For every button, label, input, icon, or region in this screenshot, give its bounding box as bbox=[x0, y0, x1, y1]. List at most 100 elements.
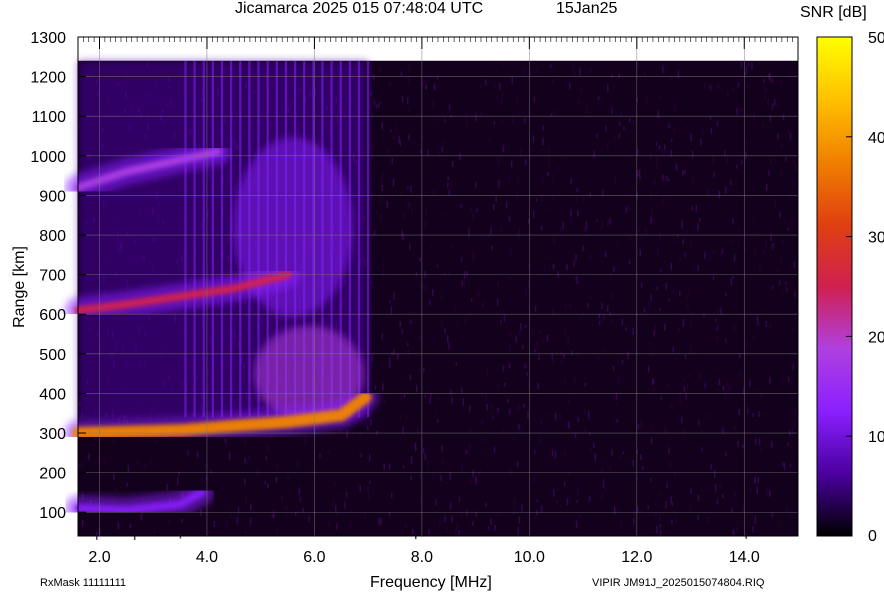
noise-speck bbox=[632, 119, 634, 125]
noise-speck bbox=[749, 486, 752, 493]
noise-speck bbox=[691, 316, 694, 320]
noise-speck bbox=[679, 256, 681, 261]
noise-speck bbox=[660, 396, 662, 401]
noise-speck bbox=[650, 477, 652, 482]
noise-speck bbox=[464, 318, 466, 325]
noise-speck bbox=[697, 223, 699, 231]
noise-speck bbox=[497, 156, 500, 164]
noise-speck bbox=[671, 502, 673, 507]
noise-speck bbox=[345, 491, 348, 499]
noise-speck bbox=[598, 314, 601, 319]
noise-speck bbox=[650, 294, 652, 302]
noise-speck bbox=[584, 383, 586, 387]
noise-speck bbox=[424, 190, 426, 194]
noise-speck bbox=[344, 501, 346, 509]
noise-speck bbox=[784, 220, 787, 224]
noise-speck bbox=[758, 61, 760, 65]
noise-speck bbox=[752, 525, 754, 533]
noise-speck bbox=[367, 486, 369, 493]
noise-speck bbox=[576, 351, 578, 355]
noise-speck bbox=[639, 249, 641, 257]
noise-speck bbox=[566, 263, 568, 271]
y-tick-label: 1100 bbox=[32, 109, 67, 126]
noise-speck bbox=[480, 84, 482, 89]
noise-speck bbox=[747, 62, 750, 66]
noise-speck bbox=[410, 185, 412, 193]
noise-speck bbox=[535, 68, 538, 75]
noise-speck bbox=[662, 174, 664, 181]
noise-speck bbox=[427, 460, 429, 466]
noise-speck bbox=[789, 132, 792, 140]
noise-speck bbox=[468, 443, 471, 449]
noise-speck bbox=[717, 82, 719, 89]
noise-speck bbox=[563, 353, 565, 359]
noise-speck bbox=[401, 328, 403, 334]
noise-speck bbox=[795, 165, 797, 172]
noise-speck bbox=[745, 139, 748, 147]
noise-speck bbox=[689, 505, 691, 511]
noise-speck bbox=[652, 378, 655, 384]
noise-speck bbox=[605, 125, 607, 132]
noise-speck bbox=[517, 527, 520, 535]
noise-speck bbox=[436, 419, 439, 423]
noise-speck bbox=[399, 320, 401, 327]
noise-speck bbox=[713, 470, 716, 479]
noise-speck bbox=[303, 436, 306, 444]
noise-speck bbox=[628, 260, 631, 265]
noise-speck bbox=[664, 144, 666, 149]
noise-speck bbox=[717, 309, 719, 314]
noise-speck bbox=[383, 399, 386, 404]
noise-speck bbox=[522, 345, 524, 349]
noise-speck bbox=[543, 265, 546, 272]
noise-speck bbox=[509, 408, 511, 414]
noise-speck bbox=[618, 133, 621, 139]
noise-speck bbox=[509, 275, 512, 281]
noise-speck bbox=[457, 321, 459, 326]
noise-speck bbox=[436, 264, 439, 268]
noise-speck bbox=[720, 307, 722, 315]
noise-speck bbox=[405, 414, 408, 421]
noise-speck bbox=[691, 205, 693, 211]
noise-speck bbox=[718, 190, 721, 199]
noise-speck bbox=[537, 383, 539, 390]
noise-speck bbox=[690, 488, 692, 494]
noise-speck bbox=[602, 481, 605, 489]
noise-speck bbox=[552, 193, 554, 201]
noise-speck bbox=[768, 170, 770, 177]
x-tick-label: 12.0 bbox=[621, 549, 652, 566]
noise-speck bbox=[451, 515, 453, 523]
noise-speck bbox=[400, 71, 403, 76]
noise-speck bbox=[410, 456, 413, 465]
noise-speck bbox=[792, 427, 794, 434]
noise-speck bbox=[569, 303, 571, 310]
noise-speck bbox=[359, 451, 361, 459]
noise-speck bbox=[516, 178, 519, 183]
noise-speck bbox=[778, 522, 781, 527]
noise-speck bbox=[176, 477, 179, 486]
noise-speck bbox=[658, 145, 661, 150]
noise-speck bbox=[414, 442, 416, 449]
noise-speck bbox=[548, 206, 551, 211]
noise-speck bbox=[389, 463, 391, 470]
noise-speck bbox=[339, 429, 342, 433]
noise-speck bbox=[454, 527, 457, 536]
noise-speck bbox=[435, 499, 437, 506]
noise-speck bbox=[675, 163, 678, 171]
noise-speck bbox=[468, 449, 470, 456]
noise-speck bbox=[461, 464, 463, 472]
noise-speck bbox=[575, 196, 578, 203]
noise-speck bbox=[794, 315, 796, 321]
noise-speck bbox=[359, 431, 361, 437]
noise-speck bbox=[433, 189, 435, 195]
noise-speck bbox=[493, 120, 496, 125]
noise-speck bbox=[422, 448, 425, 453]
noise-speck bbox=[771, 78, 774, 84]
noise-speck bbox=[709, 256, 711, 262]
noise-speck bbox=[432, 472, 434, 480]
noise-speck bbox=[463, 271, 466, 279]
noise-speck bbox=[687, 485, 689, 490]
noise-speck bbox=[458, 530, 460, 537]
noise-speck bbox=[793, 158, 795, 165]
noise-speck bbox=[328, 521, 330, 528]
noise-speck bbox=[769, 377, 771, 384]
